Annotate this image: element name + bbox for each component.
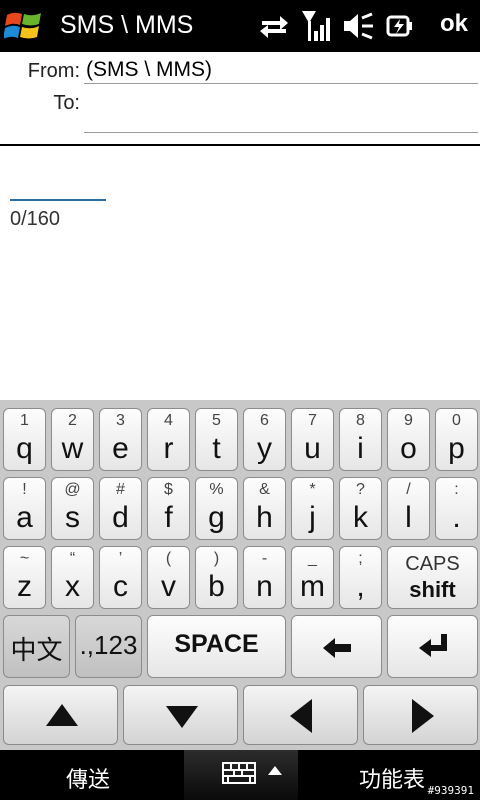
title-bar: SMS \ MMS ok (0, 0, 480, 52)
arrow-right-key[interactable] (363, 685, 478, 745)
watermark: #939391 (427, 784, 474, 797)
arrow-up-icon (46, 704, 78, 726)
arrow-up-key[interactable] (3, 685, 118, 745)
speaker-muted-icon (344, 12, 373, 40)
arrow-down-key[interactable] (123, 685, 238, 745)
onscreen-keyboard: 1q 2w 3e 4r 5t 6y 7u 8i 9o 0p ! a @ s # d $… (0, 400, 480, 750)
caret-up-icon (268, 766, 282, 775)
from-underline (84, 83, 478, 84)
arrow-left-key[interactable] (243, 685, 358, 745)
key-w[interactable]: 2w (51, 408, 94, 471)
menu-softkey[interactable]: 功能表 (359, 762, 425, 794)
key-k[interactable]: ? k (339, 477, 382, 540)
key-q[interactable]: 1q (3, 408, 46, 471)
enter-key[interactable] (387, 615, 478, 678)
key-d[interactable]: # d (99, 477, 142, 540)
keyboard-icon (222, 762, 256, 784)
app-title: SMS \ MMS (60, 11, 194, 39)
key-f[interactable]: $ f (147, 477, 190, 540)
input-panel-toggle[interactable] (184, 750, 298, 800)
key-m[interactable]: _ m (291, 546, 334, 609)
key-h[interactable]: & h (243, 477, 286, 540)
from-label: From: (27, 60, 80, 82)
key-n[interactable]: -n (243, 546, 286, 609)
signal-strength-icon (302, 11, 330, 41)
key-y[interactable]: 6y (243, 408, 286, 471)
key-r[interactable]: 4r (147, 408, 190, 471)
arrow-right-icon (412, 699, 434, 733)
key-g[interactable]: % g (195, 477, 238, 540)
message-body[interactable]: 0/160 (0, 146, 480, 400)
symbols-key[interactable]: .,123 (75, 615, 142, 678)
key-period[interactable]: :. (435, 477, 478, 540)
key-x[interactable]: “x (51, 546, 94, 609)
send-softkey[interactable]: 傳送 (66, 762, 110, 794)
to-underline (84, 132, 478, 133)
message-header: From: (SMS \ MMS) To: (0, 52, 480, 146)
softkey-bar: 傳送 功能表 #939391 (0, 750, 480, 800)
key-e[interactable]: 3e (99, 408, 142, 471)
key-t[interactable]: 5t (195, 408, 238, 471)
enter-arrow-icon (419, 634, 447, 657)
key-a[interactable]: ! a (3, 477, 46, 540)
caps-shift-key[interactable]: CAPS shift (387, 546, 478, 609)
text-cursor-underline (10, 199, 106, 201)
character-counter: 0/160 (10, 208, 61, 230)
key-u[interactable]: 7u (291, 408, 334, 471)
key-j[interactable]: * j (291, 477, 334, 540)
backspace-arrow-icon (323, 638, 351, 658)
space-key[interactable]: SPACE (147, 615, 286, 678)
key-s[interactable]: @ s (51, 477, 94, 540)
key-v[interactable]: (v (147, 546, 190, 609)
key-b[interactable]: ) b (195, 546, 238, 609)
status-icons (258, 8, 416, 44)
to-field[interactable] (86, 88, 480, 120)
key-p[interactable]: 0p (435, 408, 478, 471)
to-label: To: (53, 92, 80, 114)
backspace-key[interactable] (291, 615, 382, 678)
chinese-input-key[interactable]: 中文 (3, 615, 70, 678)
key-z[interactable]: ~ z (3, 546, 46, 609)
data-transfer-icon (260, 16, 288, 38)
key-i[interactable]: 8i (339, 408, 382, 471)
arrow-down-icon (166, 706, 198, 728)
windows-start-icon[interactable] (4, 6, 44, 46)
from-field[interactable]: (SMS \ MMS) (86, 58, 212, 82)
arrow-left-icon (290, 699, 312, 733)
key-l[interactable]: / l (387, 477, 430, 540)
battery-charging-icon (386, 15, 412, 37)
key-c[interactable]: ’ c (99, 546, 142, 609)
ok-button[interactable]: ok (440, 10, 468, 38)
key-o[interactable]: 9o (387, 408, 430, 471)
key-comma[interactable]: ;, (339, 546, 382, 609)
